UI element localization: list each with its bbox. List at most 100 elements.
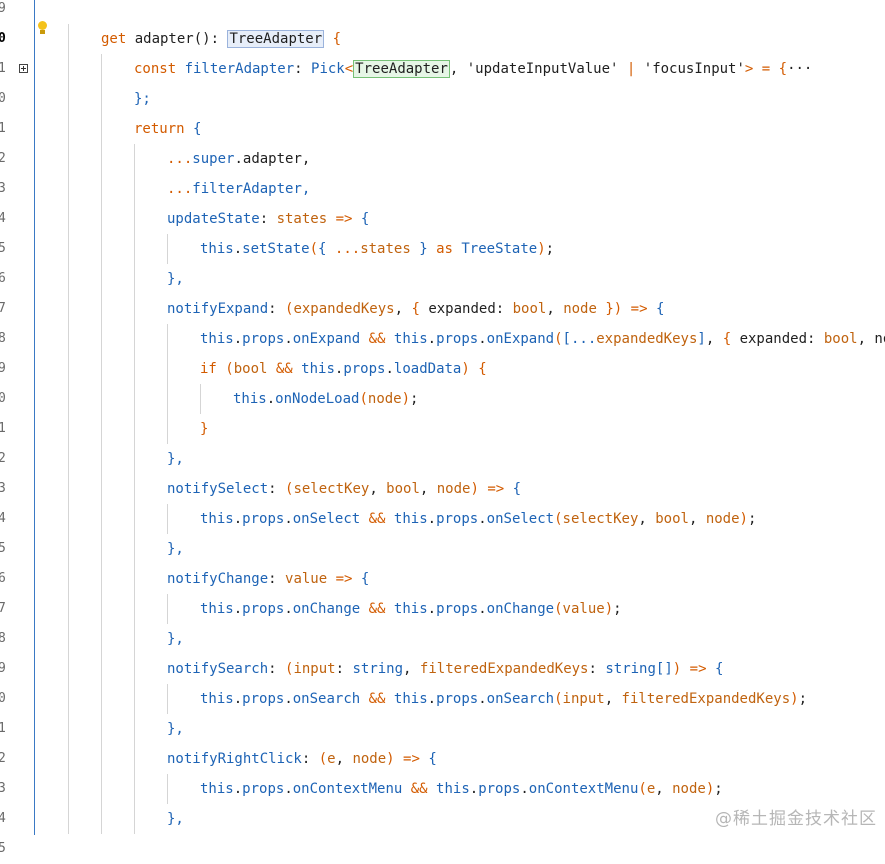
fold-expand-icon[interactable]: [19, 64, 28, 73]
code-line[interactable]: if (bool && this.props.loadData) {: [200, 354, 487, 384]
code-token: (: [554, 331, 563, 347]
line-number: 9: [0, 361, 6, 376]
code-token: {: [324, 31, 342, 47]
line-number: 6: [0, 571, 6, 586]
highlighted-type-token: TreeAdapter: [227, 30, 325, 48]
code-line[interactable]: updateState: states => {: [167, 204, 369, 234]
code-token: },: [167, 631, 184, 647]
code-token: this: [393, 601, 428, 617]
code-token: .: [427, 511, 437, 527]
code-token: value: [562, 601, 605, 617]
code-token: e: [646, 781, 656, 797]
code-line[interactable]: this.props.onContextMenu && this.props.o…: [200, 774, 723, 804]
code-token: props: [436, 601, 479, 617]
code-token: get: [101, 31, 135, 47]
code-token: this: [200, 601, 234, 617]
code-token: {: [360, 571, 370, 587]
indent-guide: [167, 684, 168, 714]
code-line[interactable]: this.props.onSearch && this.props.onSear…: [200, 684, 807, 714]
code-line[interactable]: ...super.adapter,: [167, 144, 310, 174]
code-line[interactable]: },: [167, 804, 184, 834]
code-line[interactable]: this.props.onSelect && this.props.onSele…: [200, 504, 756, 534]
code-token: .: [233, 241, 243, 257]
code-token: string: [352, 661, 404, 677]
code-line[interactable]: notifyChange: value => {: [167, 564, 369, 594]
code-token: value: [285, 571, 328, 587]
code-token: :: [335, 661, 353, 677]
code-token: :: [268, 301, 286, 317]
code-token: this: [393, 331, 428, 347]
code-line[interactable]: this.props.onChange && this.props.onChan…: [200, 594, 622, 624]
code-token: .: [478, 331, 487, 347]
code-token: props: [242, 601, 285, 617]
code-line[interactable]: notifySelect: (selectKey, bool, node) =>…: [167, 474, 521, 504]
code-token: ) {: [461, 361, 487, 377]
code-token: bool: [512, 301, 547, 317]
indent-guide: [167, 594, 168, 624]
code-token: (: [638, 781, 647, 797]
code-editor[interactable]: get adapter(): TreeAdapter {const filter…: [36, 0, 885, 835]
code-line[interactable]: const filterAdapter: Pick< TreeAdapter, '…: [134, 54, 812, 84]
line-number: 4: [0, 511, 6, 526]
code-token: notifySearch: [167, 661, 269, 677]
code-line[interactable]: },: [167, 534, 184, 564]
line-number: 9: [0, 1, 6, 16]
code-token: node: [672, 781, 706, 797]
code-line[interactable]: this.props.onExpand && this.props.onExpa…: [200, 324, 885, 354]
indent-guide: [167, 504, 168, 534]
line-number: 5: [0, 541, 6, 556]
code-token: .: [478, 601, 487, 617]
code-token: (: [318, 751, 328, 767]
line-number: 2: [0, 451, 6, 466]
code-line[interactable]: return {: [134, 114, 201, 144]
line-number: 1: [0, 421, 6, 436]
code-token: props: [343, 361, 386, 377]
code-token: .: [427, 691, 437, 707]
code-token: if: [200, 361, 226, 377]
code-token: =>: [327, 571, 361, 587]
code-line[interactable]: },: [167, 624, 184, 654]
code-token: onContextMenu: [528, 781, 639, 797]
code-line[interactable]: this.onNodeLoad(node);: [233, 384, 418, 414]
code-token: this: [393, 511, 428, 527]
code-token: :: [294, 61, 312, 77]
code-line[interactable]: get adapter(): TreeAdapter {: [101, 24, 341, 54]
code-token: adapter():: [134, 31, 228, 47]
code-token: &&: [402, 781, 437, 797]
code-line[interactable]: },: [167, 264, 184, 294]
code-token: .: [427, 601, 437, 617]
code-token: return: [134, 121, 194, 137]
line-number: 0: [0, 691, 6, 706]
code-line[interactable]: notifyExpand: (expandedKeys, { expanded:…: [167, 294, 664, 324]
code-token: onNodeLoad: [275, 391, 360, 407]
code-token: filterAdapter: [184, 61, 295, 77]
code-token: };: [134, 91, 151, 107]
code-line[interactable]: }: [200, 414, 208, 444]
code-token: onExpand: [486, 331, 555, 347]
code-token: :: [588, 661, 606, 677]
code-token: (: [225, 361, 234, 377]
code-line[interactable]: },: [167, 444, 184, 474]
code-token: [...: [562, 331, 597, 347]
code-token: &&: [360, 511, 394, 527]
code-token: {: [360, 211, 370, 227]
code-line[interactable]: };: [134, 84, 151, 114]
code-line[interactable]: notifySearch: (input: string, filteredEx…: [167, 654, 723, 684]
code-token: ]: [697, 331, 706, 347]
code-line[interactable]: },: [167, 714, 184, 744]
code-token: selectKey: [293, 481, 370, 497]
code-token: props: [242, 331, 285, 347]
code-line[interactable]: notifyRightClick: (e, node) => {: [167, 744, 437, 774]
code-token: .: [284, 601, 293, 617]
code-token: ;: [613, 601, 622, 617]
code-token: states: [360, 241, 411, 257]
code-token: input: [562, 691, 605, 707]
code-token: .: [478, 691, 487, 707]
code-line[interactable]: this.setState({ ...states } as TreeState…: [200, 234, 554, 264]
code-line[interactable]: ...filterAdapter,: [167, 174, 310, 204]
indent-guide: [200, 384, 201, 414]
code-token: onSelect: [292, 511, 361, 527]
code-token: bool: [823, 331, 858, 347]
code-token: ,: [394, 301, 412, 317]
code-token: },: [167, 271, 184, 287]
